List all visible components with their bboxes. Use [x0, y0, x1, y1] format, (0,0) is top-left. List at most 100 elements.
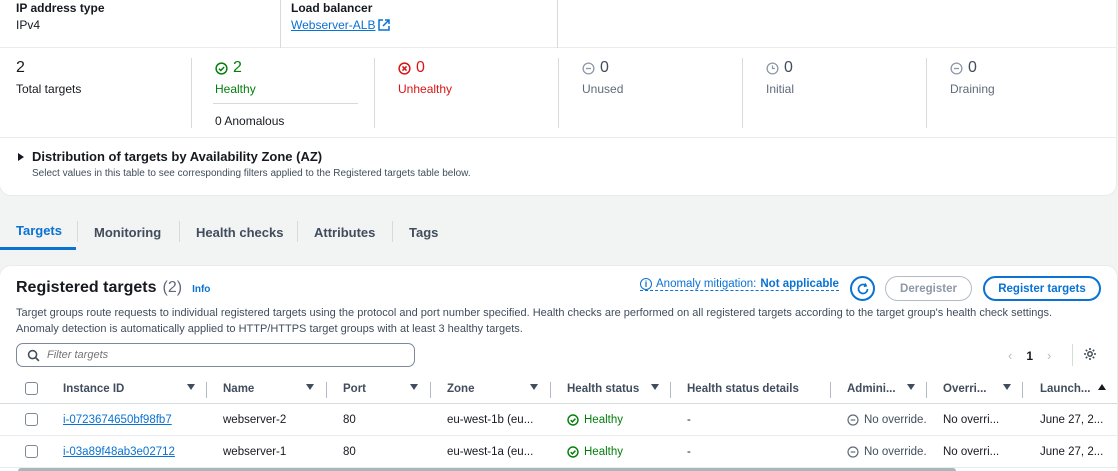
- divider: [191, 58, 192, 128]
- column-launch-time[interactable]: Launch...: [1040, 383, 1090, 395]
- total-targets-label: Total targets: [16, 82, 82, 96]
- divider: [326, 382, 327, 398]
- deregister-button[interactable]: Deregister: [885, 276, 972, 301]
- column-instance-id[interactable]: Instance ID: [63, 383, 124, 395]
- select-all-checkbox[interactable]: [25, 382, 38, 395]
- table-header: Instance ID Name Port Zone Health status…: [0, 376, 1117, 404]
- total-targets: 2 Total targets: [16, 59, 81, 96]
- check-circle-icon: [567, 414, 579, 426]
- initial-count[interactable]: 0 Initial: [766, 59, 794, 96]
- unhealthy-count[interactable]: 0 Unhealthy: [398, 59, 452, 96]
- column-health-status-details[interactable]: Health status details: [687, 383, 799, 395]
- divider: [670, 382, 671, 398]
- divider: [830, 382, 831, 398]
- distribution-description: Select values in this table to see corre…: [32, 168, 471, 179]
- tab-targets[interactable]: Targets: [0, 214, 76, 250]
- column-zone[interactable]: Zone: [447, 383, 474, 395]
- cell-health-details: -: [687, 446, 691, 458]
- tab-tags[interactable]: Tags: [393, 214, 454, 250]
- check-circle-icon: [215, 61, 228, 75]
- tab-health-checks[interactable]: Health checks: [180, 214, 299, 250]
- minus-circle-icon: [847, 446, 859, 458]
- cell-administrative: No override.: [847, 414, 927, 426]
- healthy-count[interactable]: 2 Healthy: [215, 59, 256, 96]
- filter-targets-input[interactable]: [47, 349, 387, 361]
- cell-override: No overri...: [943, 446, 1000, 458]
- cell-health-status: Healthy: [567, 446, 623, 458]
- chevron-right-icon[interactable]: ›: [1047, 348, 1051, 363]
- column-administrative[interactable]: Admini...: [847, 383, 896, 395]
- check-circle-icon: [567, 446, 579, 458]
- load-balancer-link-text[interactable]: Webserver-ALB: [291, 18, 375, 32]
- distribution-toggle[interactable]: Distribution of targets by Availability …: [18, 149, 471, 164]
- sort-down-icon[interactable]: [410, 384, 418, 390]
- initial-count-label: Initial: [766, 82, 795, 96]
- divider: [742, 58, 743, 128]
- draining-count-value[interactable]: 0: [968, 59, 977, 77]
- sort-down-icon[interactable]: [530, 384, 538, 390]
- row-checkbox[interactable]: [25, 413, 38, 426]
- registered-targets-card: Registered targets (2) Info i Anomaly mi…: [0, 265, 1118, 471]
- details-row: IP address type IPv4 Load balancer Webse…: [0, 0, 1116, 48]
- info-circle-icon: i: [640, 278, 652, 290]
- column-port[interactable]: Port: [343, 383, 366, 395]
- cell-zone: eu-west-1a (eu...: [447, 446, 534, 458]
- column-name[interactable]: Name: [223, 383, 254, 395]
- current-page[interactable]: 1: [1026, 349, 1033, 363]
- cell-override: No overri...: [943, 414, 1000, 426]
- table-row[interactable]: i-03a89f48ab3e02712 webserver-1 80 eu-we…: [0, 437, 1117, 468]
- unhealthy-count-value[interactable]: 0: [416, 59, 425, 77]
- filter-targets-search[interactable]: [16, 343, 415, 367]
- sort-up-icon[interactable]: [1098, 384, 1106, 390]
- divider: [550, 382, 551, 398]
- anomaly-mitigation-link[interactable]: i Anomaly mitigation: Not applicable: [640, 278, 839, 291]
- minus-circle-icon: [950, 61, 963, 75]
- tab-monitoring[interactable]: Monitoring: [78, 214, 177, 250]
- refresh-button[interactable]: [850, 276, 875, 301]
- healthy-count-value[interactable]: 2: [233, 59, 242, 77]
- divider: [430, 382, 431, 398]
- unused-count[interactable]: 0 Unused: [582, 59, 623, 96]
- cell-port: 80: [343, 414, 356, 426]
- cell-administrative: No override.: [847, 446, 927, 458]
- ip-address-type-value: IPv4: [16, 18, 41, 32]
- pagination: ‹ 1 ›: [1008, 348, 1051, 363]
- sort-down-icon[interactable]: [187, 384, 195, 390]
- tab-attributes[interactable]: Attributes: [298, 214, 391, 250]
- info-link[interactable]: Info: [192, 284, 210, 295]
- total-targets-value: 2: [16, 59, 25, 76]
- unhealthy-count-label: Unhealthy: [398, 82, 453, 96]
- divider: [374, 58, 375, 128]
- sort-down-icon[interactable]: [306, 384, 314, 390]
- anomaly-mitigation-value[interactable]: Not applicable: [760, 278, 839, 290]
- instance-id-link[interactable]: i-0723674650bf98fb7: [63, 414, 172, 426]
- table-row[interactable]: i-0723674650bf98fb7 webserver-2 80 eu-we…: [0, 405, 1117, 436]
- draining-count[interactable]: 0 Draining: [950, 59, 995, 96]
- column-override[interactable]: Overri...: [943, 383, 986, 395]
- caret-right-icon: [18, 152, 24, 161]
- instance-id-link[interactable]: i-03a89f48ab3e02712: [63, 446, 175, 458]
- row-checkbox[interactable]: [25, 445, 38, 458]
- cell-port: 80: [343, 446, 356, 458]
- cell-health-status: Healthy: [567, 414, 623, 426]
- search-icon: [27, 349, 40, 361]
- register-targets-button[interactable]: Register targets: [983, 276, 1101, 301]
- initial-count-value[interactable]: 0: [784, 59, 793, 77]
- load-balancer-link[interactable]: Webserver-ALB: [291, 18, 391, 32]
- cell-launch-time: June 27, 2...: [1040, 446, 1104, 458]
- chevron-left-icon[interactable]: ‹: [1008, 348, 1012, 363]
- divider: [213, 103, 358, 104]
- divider: [926, 382, 927, 398]
- ip-address-type-label: IP address type: [16, 1, 105, 15]
- sort-down-icon[interactable]: [1003, 384, 1011, 390]
- anomaly-mitigation-label[interactable]: Anomaly mitigation:: [656, 278, 756, 290]
- healthy-count-label: Healthy: [215, 82, 256, 96]
- sort-down-icon[interactable]: [907, 384, 915, 390]
- sort-down-icon[interactable]: [651, 384, 659, 390]
- settings-button[interactable]: [1083, 347, 1097, 364]
- health-status-text: Healthy: [584, 414, 623, 426]
- unused-count-value[interactable]: 0: [600, 59, 609, 77]
- load-balancer-label: Load balancer: [291, 1, 373, 15]
- column-health-status[interactable]: Health status: [567, 383, 639, 395]
- distribution-title[interactable]: Distribution of targets by Availability …: [32, 149, 322, 164]
